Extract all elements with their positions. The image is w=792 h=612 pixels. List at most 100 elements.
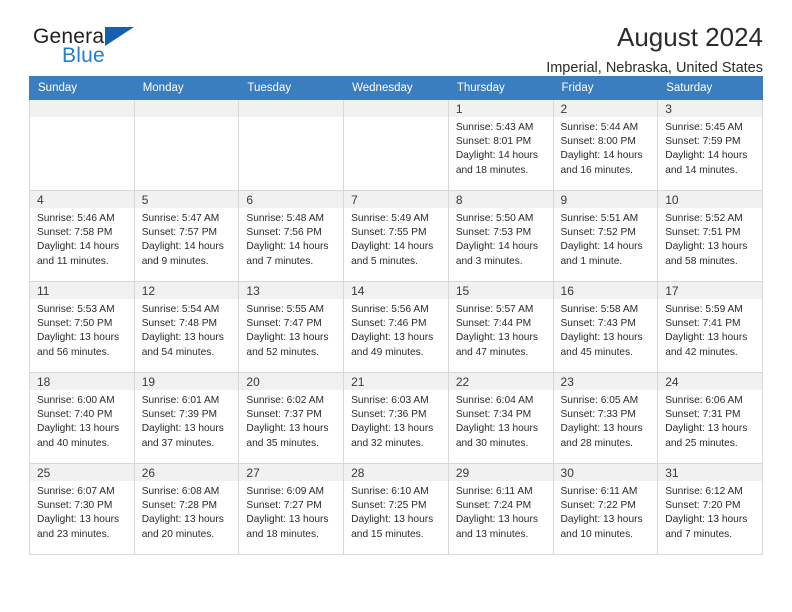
day-number: 12: [135, 282, 238, 299]
day-sun-info: Sunrise: 6:05 AM Sunset: 7:33 PM Daylight:…: [554, 390, 657, 451]
daylight-text: Daylight: 13 hours and 28 minutes.: [560, 423, 643, 449]
calendar-table: Sunday Monday Tuesday Wednesday Thursday…: [29, 76, 763, 555]
daylight-text: Daylight: 13 hours and 45 minutes.: [560, 332, 643, 358]
calendar-day-cell[interactable]: 4 Sunrise: 5:46 AM Sunset: 7:58 PM Daylight…: [29, 190, 135, 282]
weekday-header-monday: Monday: [133, 76, 240, 100]
calendar-day-cell[interactable]: 30 Sunrise: 6:11 AM Sunset: 7:22 PM Dayligh…: [552, 463, 659, 555]
calendar-day-cell[interactable]: 25 Sunrise: 6:07 AM Sunset: 7:30 PM Dayligh…: [29, 463, 135, 555]
day-number: 4: [30, 191, 134, 208]
calendar-day-cell[interactable]: 13 Sunrise: 5:55 AM Sunset: 7:47 PM Dayligh…: [238, 281, 345, 373]
sunset-text: Sunset: 7:57 PM: [141, 227, 218, 239]
calendar-day-cell[interactable]: 8 Sunrise: 5:50 AM Sunset: 7:53 PM Daylight…: [447, 190, 554, 282]
sunrise-text: Sunrise: 6:03 AM: [351, 395, 429, 406]
calendar-day-cell[interactable]: 21 Sunrise: 6:03 AM Sunset: 7:36 PM Dayligh…: [343, 372, 449, 464]
page-subtitle: Imperial, Nebraska, United States: [546, 60, 763, 77]
sunset-text: Sunset: 8:01 PM: [455, 136, 532, 148]
sunset-text: Sunset: 7:36 PM: [351, 409, 427, 421]
day-sun-info: Sunrise: 6:07 AM Sunset: 7:30 PM Daylight:…: [30, 481, 133, 542]
sunset-text: Sunset: 7:50 PM: [37, 318, 113, 330]
sunrise-text: Sunrise: 5:52 AM: [665, 213, 743, 224]
calendar-day-cell[interactable]: 12 Sunrise: 5:54 AM Sunset: 7:48 PM Dayligh…: [133, 281, 240, 373]
day-number: 9: [554, 191, 657, 208]
calendar-day-cell[interactable]: 5 Sunrise: 5:47 AM Sunset: 7:57 PM Daylight…: [133, 190, 240, 282]
daylight-text: Daylight: 13 hours and 40 minutes.: [37, 423, 120, 449]
calendar-day-cell[interactable]: 1 Sunrise: 5:43 AM Sunset: 8:01 PM Daylight…: [447, 99, 554, 191]
sunset-text: Sunset: 7:24 PM: [455, 500, 532, 512]
sunset-text: Sunset: 7:47 PM: [246, 318, 322, 330]
day-number: 7: [344, 191, 448, 208]
day-number: 28: [344, 464, 448, 481]
calendar-day-cell[interactable]: 11 Sunrise: 5:53 AM Sunset: 7:50 PM Dayligh…: [29, 281, 135, 373]
daylight-text: Daylight: 14 hours and 18 minutes.: [455, 150, 538, 176]
day-number: 27: [239, 464, 343, 481]
sunset-text: Sunset: 7:34 PM: [455, 409, 532, 421]
daylight-text: Daylight: 13 hours and 30 minutes.: [455, 423, 538, 449]
day-sun-info: Sunrise: 5:52 AM Sunset: 7:51 PM Daylight:…: [659, 208, 762, 269]
calendar-day-cell[interactable]: 28 Sunrise: 6:10 AM Sunset: 7:25 PM Dayligh…: [343, 463, 449, 555]
day-number: [344, 100, 448, 117]
sunrise-text: Sunrise: 5:47 AM: [141, 213, 220, 224]
weekday-header-wednesday: Wednesday: [343, 76, 449, 100]
day-number: 29: [449, 464, 553, 481]
sunrise-text: Sunrise: 5:57 AM: [455, 304, 534, 315]
calendar-day-cell[interactable]: 2 Sunrise: 5:44 AM Sunset: 8:00 PM Daylight…: [552, 99, 659, 191]
day-sun-info: Sunrise: 6:11 AM Sunset: 7:24 PM Daylight:…: [449, 481, 552, 542]
day-sun-info: Sunrise: 5:55 AM Sunset: 7:47 PM Daylight:…: [240, 299, 343, 360]
calendar-day-cell[interactable]: 27 Sunrise: 6:09 AM Sunset: 7:27 PM Dayligh…: [238, 463, 345, 555]
sunset-text: Sunset: 7:39 PM: [141, 409, 218, 421]
calendar-day-cell[interactable]: 15 Sunrise: 5:57 AM Sunset: 7:44 PM Dayligh…: [447, 281, 554, 373]
day-sun-info: Sunrise: 5:43 AM Sunset: 8:01 PM Daylight:…: [449, 117, 552, 178]
calendar-day-cell[interactable]: 16 Sunrise: 5:58 AM Sunset: 7:43 PM Dayligh…: [552, 281, 659, 373]
calendar-day-cell[interactable]: 17 Sunrise: 5:59 AM Sunset: 7:41 PM Dayligh…: [657, 281, 763, 373]
calendar-day-cell[interactable]: 22 Sunrise: 6:04 AM Sunset: 7:34 PM Dayligh…: [447, 372, 554, 464]
calendar-day-cell[interactable]: 9 Sunrise: 5:51 AM Sunset: 7:52 PM Daylight…: [552, 190, 659, 282]
sunrise-text: Sunrise: 6:10 AM: [351, 486, 429, 497]
calendar-day-cell[interactable]: 19 Sunrise: 6:01 AM Sunset: 7:39 PM Dayligh…: [133, 372, 240, 464]
sunset-text: Sunset: 7:33 PM: [560, 409, 636, 421]
calendar-day-cell-empty: [133, 99, 240, 191]
sunrise-text: Sunrise: 6:05 AM: [560, 395, 639, 406]
day-number: 21: [344, 373, 448, 390]
sunrise-text: Sunrise: 5:48 AM: [246, 213, 324, 224]
day-number: 26: [135, 464, 238, 481]
day-sun-info: Sunrise: 6:10 AM Sunset: 7:25 PM Daylight:…: [345, 481, 448, 542]
calendar-day-cell[interactable]: 23 Sunrise: 6:05 AM Sunset: 7:33 PM Dayligh…: [552, 372, 659, 464]
sunset-text: Sunset: 7:43 PM: [560, 318, 636, 330]
calendar-day-cell[interactable]: 29 Sunrise: 6:11 AM Sunset: 7:24 PM Dayligh…: [447, 463, 554, 555]
daylight-text: Daylight: 13 hours and 56 minutes.: [37, 332, 120, 358]
calendar-day-cell[interactable]: 3 Sunrise: 5:45 AM Sunset: 7:59 PM Daylight…: [657, 99, 763, 191]
day-sun-info: Sunrise: 6:11 AM Sunset: 7:22 PM Daylight:…: [554, 481, 657, 542]
daylight-text: Daylight: 14 hours and 3 minutes.: [455, 241, 538, 267]
sunset-text: Sunset: 7:51 PM: [665, 227, 741, 239]
sunset-text: Sunset: 7:55 PM: [351, 227, 427, 239]
calendar-day-cell[interactable]: 18 Sunrise: 6:00 AM Sunset: 7:40 PM Dayligh…: [29, 372, 135, 464]
daylight-text: Daylight: 14 hours and 5 minutes.: [351, 241, 434, 267]
daylight-text: Daylight: 13 hours and 7 minutes.: [665, 514, 748, 540]
sunset-text: Sunset: 7:52 PM: [560, 227, 636, 239]
sunrise-text: Sunrise: 5:58 AM: [560, 304, 639, 315]
calendar-day-cell-empty: [343, 99, 449, 191]
sunrise-text: Sunrise: 6:02 AM: [246, 395, 324, 406]
daylight-text: Daylight: 13 hours and 54 minutes.: [141, 332, 224, 358]
sunset-text: Sunset: 7:58 PM: [37, 227, 113, 239]
calendar-day-cell[interactable]: 6 Sunrise: 5:48 AM Sunset: 7:56 PM Daylight…: [238, 190, 345, 282]
calendar-day-cell[interactable]: 31 Sunrise: 6:12 AM Sunset: 7:20 PM Dayligh…: [657, 463, 763, 555]
sunset-text: Sunset: 7:27 PM: [246, 500, 322, 512]
calendar-day-cell[interactable]: 10 Sunrise: 5:52 AM Sunset: 7:51 PM Dayligh…: [657, 190, 763, 282]
day-number: 30: [554, 464, 657, 481]
calendar-day-cell[interactable]: 24 Sunrise: 6:06 AM Sunset: 7:31 PM Dayligh…: [657, 372, 763, 464]
calendar-day-cell[interactable]: 26 Sunrise: 6:08 AM Sunset: 7:28 PM Dayligh…: [133, 463, 240, 555]
calendar-day-cell[interactable]: 20 Sunrise: 6:02 AM Sunset: 7:37 PM Dayligh…: [238, 372, 345, 464]
sunset-text: Sunset: 7:48 PM: [141, 318, 218, 330]
day-sun-info: Sunrise: 5:44 AM Sunset: 8:00 PM Daylight:…: [554, 117, 657, 178]
general-blue-logo[interactable]: General Blue: [29, 24, 149, 70]
calendar-day-cell[interactable]: 14 Sunrise: 5:56 AM Sunset: 7:46 PM Dayligh…: [343, 281, 449, 373]
calendar-page: General Blue August 2024 Imperial, Nebra…: [0, 0, 792, 612]
daylight-text: Daylight: 13 hours and 58 minutes.: [665, 241, 748, 267]
sunrise-text: Sunrise: 5:49 AM: [351, 213, 429, 224]
day-number: 8: [449, 191, 553, 208]
page-title: August 2024: [616, 22, 763, 52]
day-number: 23: [554, 373, 657, 390]
calendar-day-cell[interactable]: 7 Sunrise: 5:49 AM Sunset: 7:55 PM Daylight…: [343, 190, 449, 282]
sunset-text: Sunset: 7:30 PM: [37, 500, 113, 512]
